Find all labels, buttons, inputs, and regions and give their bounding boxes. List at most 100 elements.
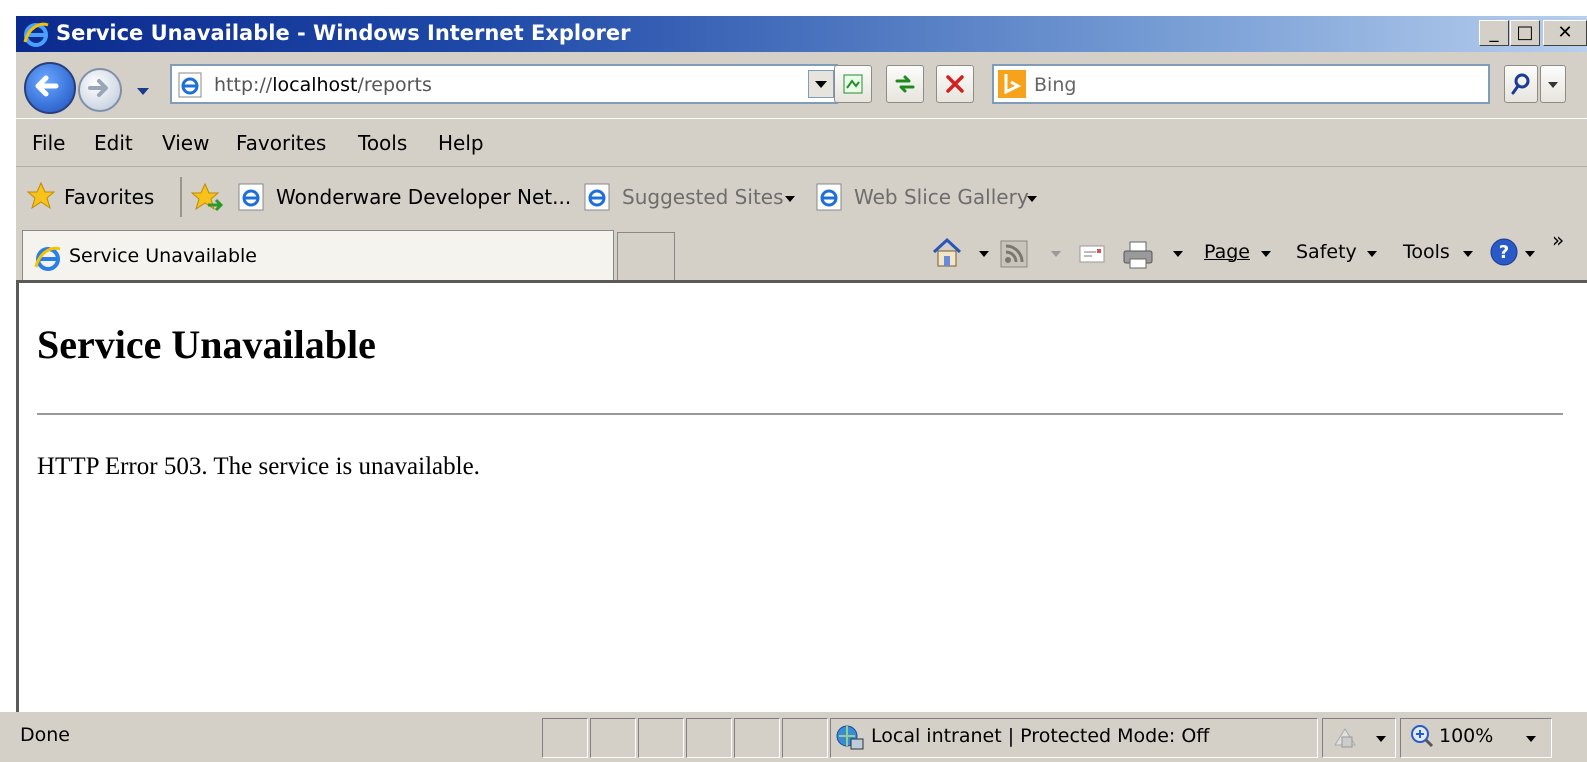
maximize-icon: □ (1516, 22, 1534, 43)
status-text: Done (20, 724, 70, 746)
search-options-button[interactable] (1540, 65, 1566, 103)
home-button[interactable] (930, 236, 964, 274)
favorites-separator (180, 177, 182, 217)
forward-arrow-icon (88, 79, 108, 97)
tab-bar: Service Unavailable Page Safety Tools ? … (16, 228, 1587, 280)
url-scheme: http:// (214, 74, 273, 96)
read-mail-button[interactable] (1078, 242, 1106, 270)
refresh-icon (895, 75, 915, 93)
protected-mode-panel[interactable] (1322, 718, 1396, 758)
chevron-down-icon (137, 88, 149, 95)
ie-page-icon (816, 183, 844, 215)
stop-icon (946, 75, 964, 93)
search-placeholder: Bing (1034, 74, 1077, 96)
address-dropdown-button[interactable] (808, 70, 834, 98)
printer-icon (1123, 241, 1153, 269)
chevron-down-icon (1376, 736, 1386, 742)
title-bar-strip[interactable]: Service Unavailable - Windows Internet E… (16, 16, 1587, 52)
compatibility-icon (843, 74, 863, 94)
recent-pages-dropdown[interactable] (136, 82, 150, 101)
chevron-down-icon (1463, 251, 1473, 257)
address-toolbar: http://localhost/reports Bing (16, 52, 1587, 118)
chevron-down-icon (1525, 251, 1535, 257)
suggested-sites-button[interactable]: Suggested Sites (622, 185, 784, 209)
chevron-down-icon[interactable] (978, 250, 990, 258)
web-slice-gallery-button[interactable]: Web Slice Gallery (854, 185, 1029, 209)
favorites-bar: Favorites Wonderware Developer Net... Su… (16, 166, 1587, 229)
page-icon (178, 72, 204, 102)
compatibility-view-button[interactable] (834, 65, 872, 103)
zoom-panel[interactable]: 100% (1400, 718, 1552, 758)
window-title: Service Unavailable - Windows Internet E… (56, 21, 631, 45)
title-bar: Service Unavailable - Windows Internet E… (0, 0, 1587, 52)
intranet-zone-icon (835, 723, 865, 757)
page-heading: Service Unavailable (37, 322, 376, 367)
ie-page-icon (238, 183, 266, 215)
status-panel (734, 718, 780, 758)
tab-service-unavailable[interactable]: Service Unavailable (22, 230, 614, 280)
security-zone-panel[interactable]: Local intranet | Protected Mode: Off (830, 718, 1318, 758)
menu-favorites[interactable]: Favorites (236, 131, 326, 155)
home-icon (932, 237, 962, 267)
close-icon: ✕ (1557, 22, 1573, 43)
status-panel (590, 718, 636, 758)
chevron-down-icon[interactable] (1172, 250, 1184, 258)
back-button[interactable] (24, 62, 76, 114)
url-path: /reports (357, 74, 432, 96)
chevron-down-icon (1367, 251, 1377, 257)
status-panel (542, 718, 588, 758)
ie-logo-icon (22, 20, 50, 48)
help-button[interactable]: ? (1488, 236, 1520, 272)
refresh-button[interactable] (886, 65, 924, 103)
search-button[interactable] (1504, 65, 1538, 103)
url-host: localhost (272, 74, 358, 96)
status-bar: Done Local intranet | Protected Mode: Of… (0, 712, 1587, 762)
safety-menu-button[interactable]: Safety (1296, 241, 1357, 263)
zoom-icon (1409, 723, 1435, 753)
chevron-down-icon[interactable] (1050, 250, 1062, 258)
page-menu-button[interactable]: Page (1204, 241, 1250, 263)
back-arrow-icon (35, 75, 59, 97)
add-favorite-icon (190, 182, 224, 212)
search-box[interactable]: Bing (992, 64, 1490, 104)
mail-icon (1079, 245, 1105, 263)
zoom-level: 100% (1439, 725, 1494, 747)
horizontal-rule (37, 413, 1563, 415)
rss-feed-icon (1000, 240, 1028, 268)
chevron-down-icon (1526, 736, 1536, 742)
help-icon: ? (1490, 238, 1518, 266)
menu-edit[interactable]: Edit (94, 131, 133, 155)
ie-logo-icon (33, 243, 63, 277)
menu-view[interactable]: View (162, 131, 209, 155)
chevron-down-icon (1261, 251, 1271, 257)
new-tab-button[interactable] (617, 232, 675, 280)
error-message: HTTP Error 503. The service is unavailab… (37, 453, 480, 480)
chevron-down-icon (815, 81, 827, 88)
menu-tools[interactable]: Tools (358, 131, 407, 155)
address-url[interactable]: http://localhost/reports (214, 74, 432, 96)
ie-page-icon (584, 183, 612, 215)
menu-file[interactable]: File (32, 131, 65, 155)
svg-text:?: ? (1499, 242, 1509, 263)
forward-button[interactable] (78, 68, 122, 112)
address-bar[interactable]: http://localhost/reports (170, 64, 838, 104)
favorites-button[interactable]: Favorites (64, 185, 154, 209)
tools-menu-button[interactable]: Tools (1403, 241, 1450, 263)
minimize-button[interactable]: _ (1479, 20, 1509, 46)
more-commands-button[interactable]: » (1552, 228, 1564, 252)
minimize-icon: _ (1489, 22, 1499, 43)
feeds-button[interactable] (1000, 240, 1028, 272)
chevron-down-icon (785, 196, 795, 202)
chevron-down-icon (1027, 196, 1037, 202)
search-icon (1511, 73, 1530, 95)
favorite-wonderware-link[interactable]: Wonderware Developer Net... (276, 185, 571, 209)
status-panel (638, 718, 684, 758)
close-button[interactable]: ✕ (1543, 20, 1587, 46)
print-button[interactable] (1122, 240, 1154, 274)
maximize-button[interactable]: □ (1510, 20, 1540, 46)
bing-logo-icon (998, 70, 1026, 98)
stop-button[interactable] (936, 65, 974, 103)
add-to-favorites-bar-button[interactable] (190, 181, 224, 217)
menu-help[interactable]: Help (438, 131, 484, 155)
favorites-star-icon (26, 181, 56, 215)
